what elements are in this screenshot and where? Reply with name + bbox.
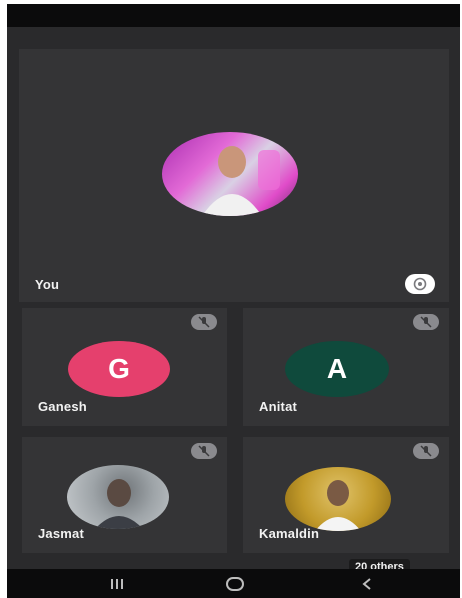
recent-apps-icon[interactable] [102,574,132,594]
mic-off-icon [413,314,439,330]
avatar [67,465,169,529]
avatar [162,132,298,216]
mic-icon[interactable] [405,274,435,294]
participant-name: Jasmat [38,526,85,541]
meeting-screen: You Ganesh Anitat Jasmat Kamaldin G A 20… [7,4,460,598]
mic-off-icon [191,443,217,459]
participant-name: Anitat [259,399,298,414]
status-bar [7,4,460,27]
participant-name: Kamaldin [259,526,320,541]
back-icon[interactable] [352,574,382,594]
avatar-initial: G [108,353,130,384]
avatar: A [285,341,389,397]
participant-grid: You Ganesh Anitat Jasmat Kamaldin G A 20… [7,27,460,575]
system-nav-bar [7,569,460,598]
home-icon[interactable] [220,574,250,594]
avatar-initial: A [326,353,348,384]
participant-name: Ganesh [38,399,87,414]
avatar [285,467,391,531]
mic-off-icon [413,443,439,459]
avatar: G [68,341,170,397]
mic-off-icon [191,314,217,330]
participant-name: You [35,277,60,292]
